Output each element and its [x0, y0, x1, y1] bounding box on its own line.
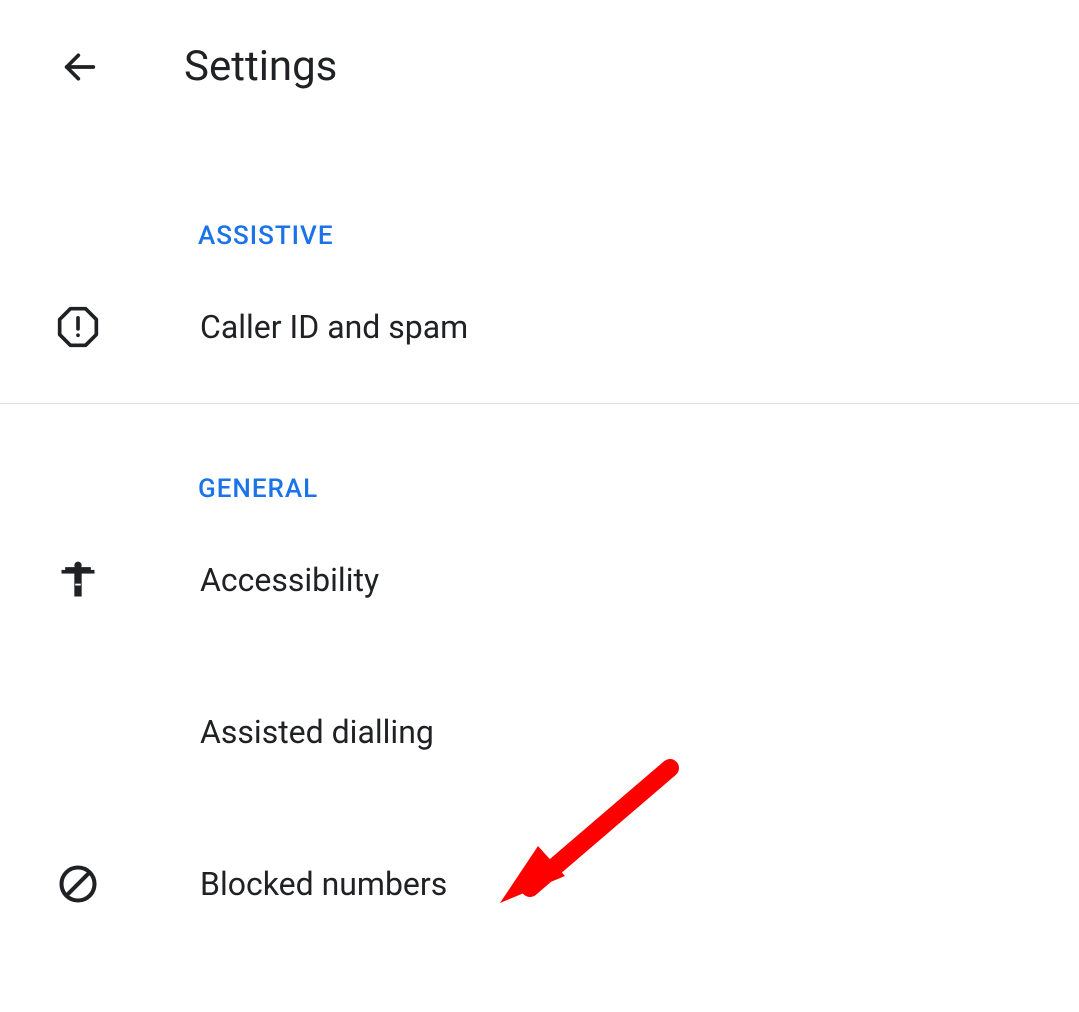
block-icon: [56, 862, 100, 906]
item-label: Caller ID and spam: [200, 308, 468, 346]
back-arrow-icon: [60, 47, 100, 87]
no-icon: [56, 710, 100, 754]
section-header-assistive: ASSISTIVE: [0, 221, 1079, 251]
app-header: Settings: [0, 0, 1079, 91]
item-caller-id-spam[interactable]: Caller ID and spam: [0, 251, 1079, 403]
warning-octagon-icon: [56, 305, 100, 349]
page-title: Settings: [184, 42, 337, 91]
item-accessibility[interactable]: Accessibility: [0, 504, 1079, 656]
item-label: Blocked numbers: [200, 865, 447, 903]
section-header-general: GENERAL: [0, 474, 1079, 504]
accessibility-icon: [56, 558, 100, 602]
item-blocked-numbers[interactable]: Blocked numbers: [0, 808, 1079, 960]
item-assisted-dialling[interactable]: Assisted dialling: [0, 656, 1079, 808]
item-label: Assisted dialling: [200, 713, 434, 751]
back-button[interactable]: [56, 43, 104, 91]
divider: [0, 403, 1079, 404]
item-label: Accessibility: [200, 561, 379, 599]
